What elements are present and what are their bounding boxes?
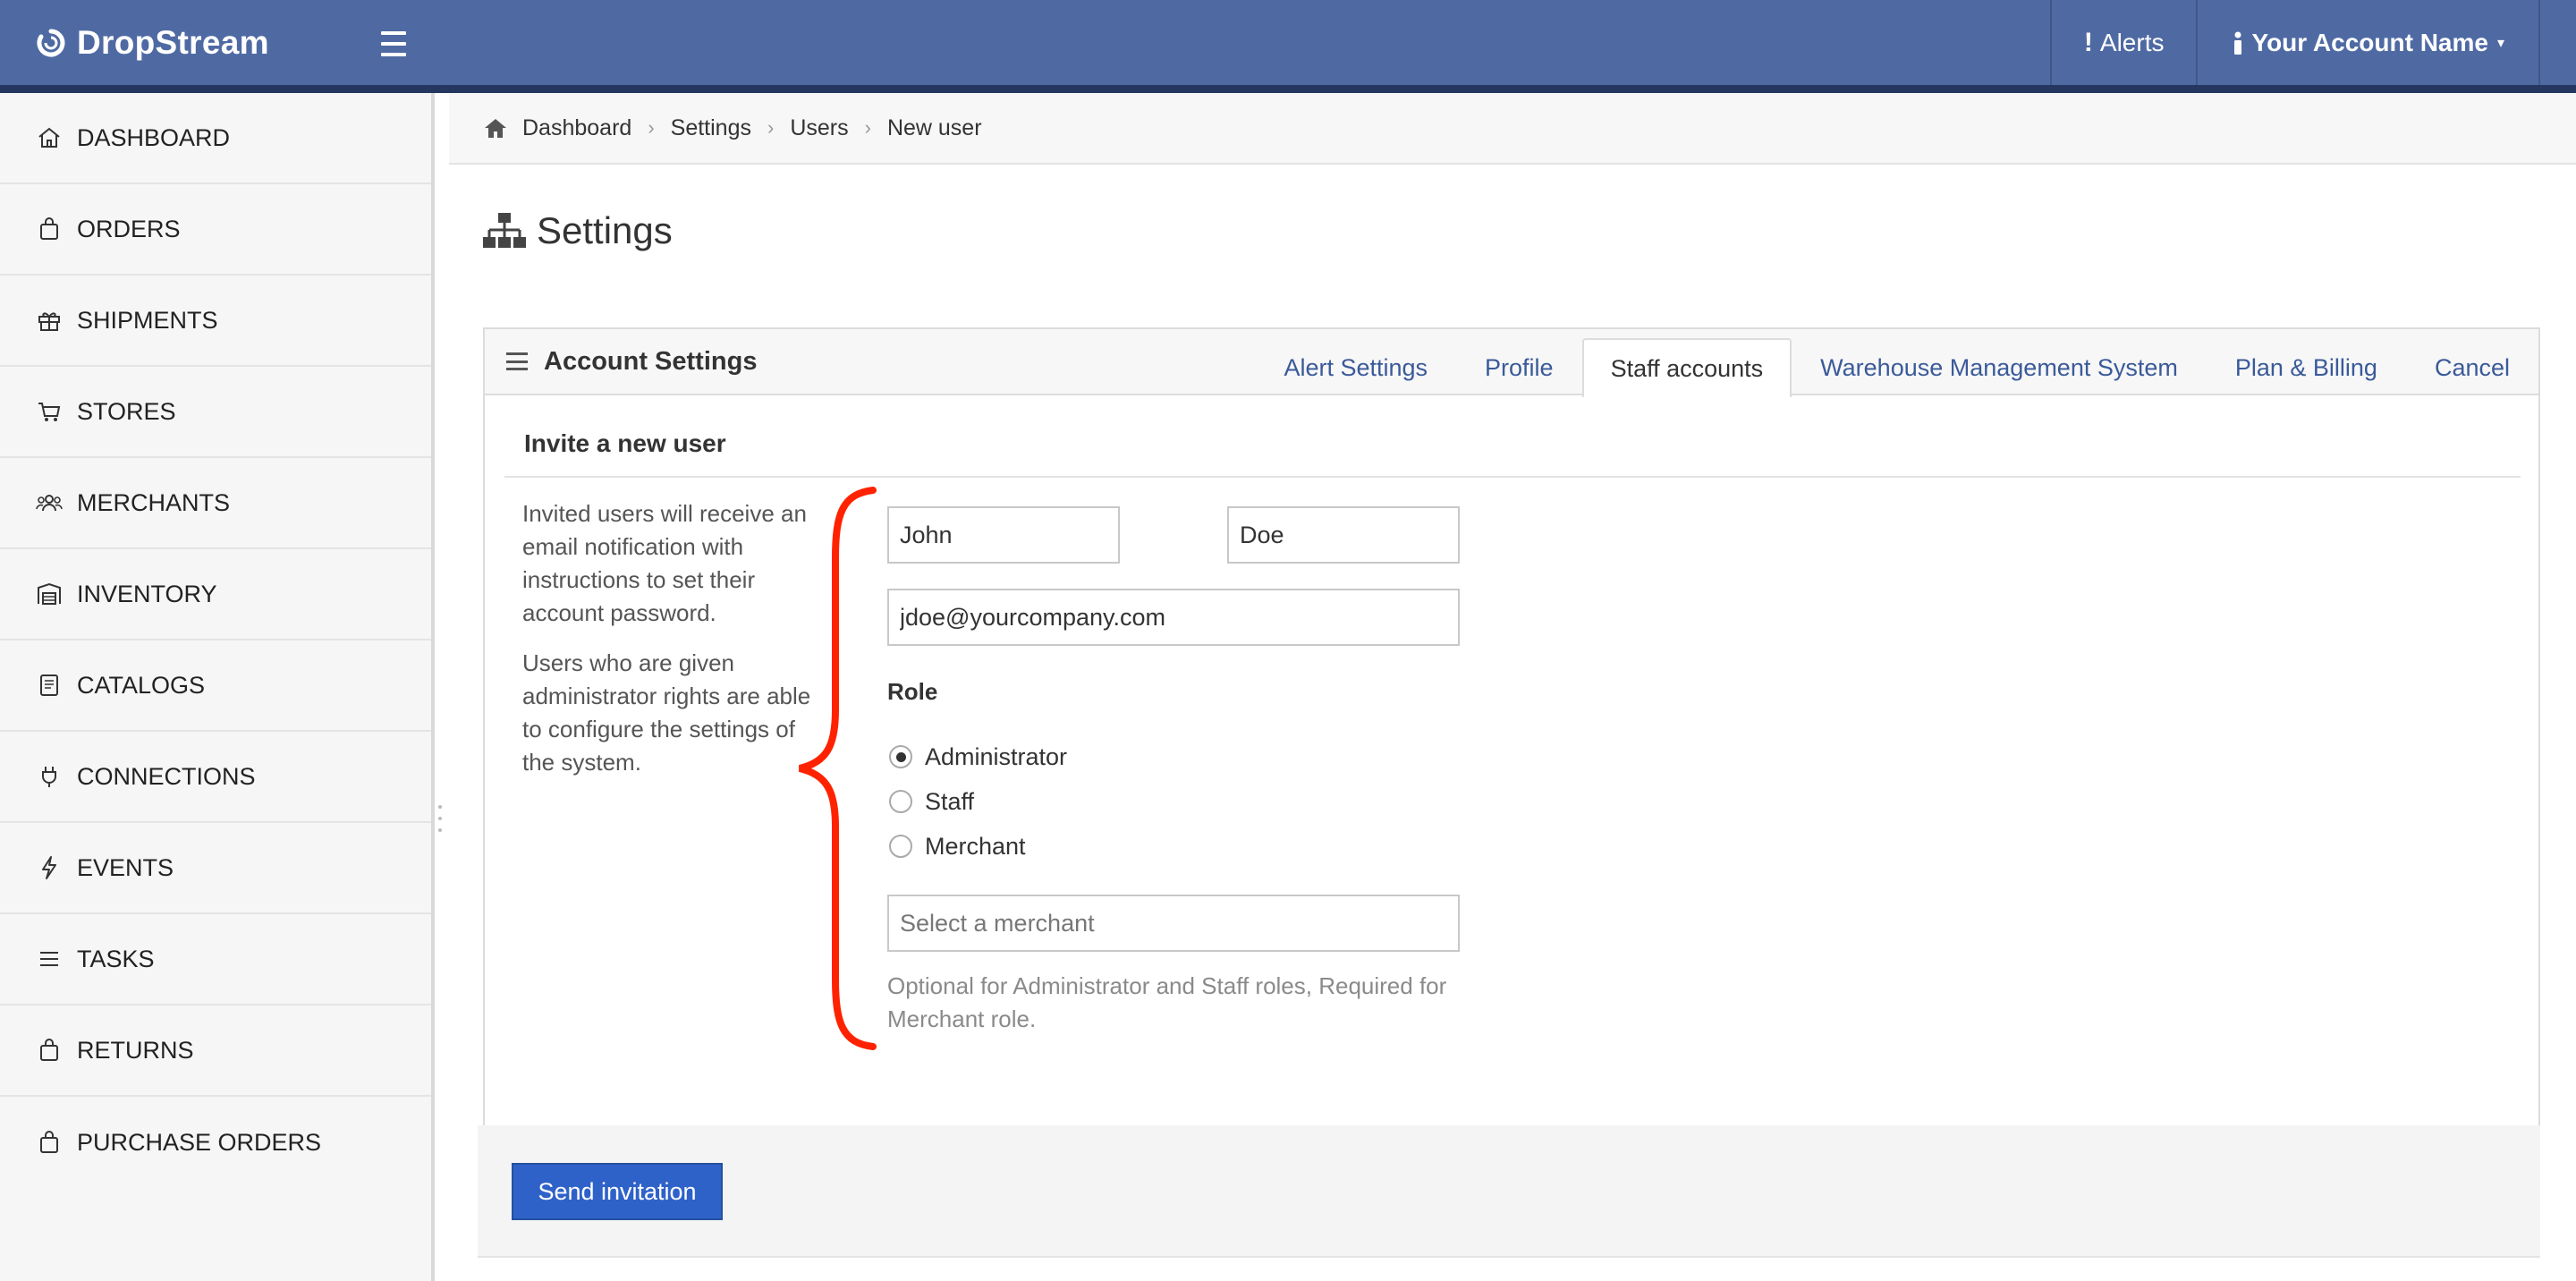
bag-icon [40, 1039, 58, 1061]
settings-tabs: Alert Settings Profile Staff accounts Wa… [1255, 338, 2538, 397]
tab-cancel[interactable]: Cancel [2406, 338, 2538, 395]
help-text: Invited users will receive an email noti… [522, 497, 818, 796]
sidebar-item-stores[interactable]: STORES [0, 367, 431, 458]
role-option-label: Merchant [925, 832, 1026, 860]
sidebar-item-label: MERCHANTS [77, 488, 231, 516]
help-paragraph: Users who are given administrator rights… [522, 649, 811, 776]
sidebar-item-inventory[interactable]: INVENTORY [0, 549, 431, 640]
tab-profile[interactable]: Profile [1456, 338, 1582, 395]
tab-plan-billing[interactable]: Plan & Billing [2207, 338, 2406, 395]
help-paragraph: Invited users will receive an email noti… [522, 500, 807, 626]
sidebar-item-label: RETURNS [77, 1036, 194, 1064]
role-option-label: Staff [925, 787, 975, 815]
alerts-label: Alerts [2099, 28, 2165, 56]
page-title-text: Settings [537, 209, 673, 251]
bag-icon [40, 1131, 58, 1153]
sidebar-item-orders[interactable]: ORDERS [0, 184, 431, 276]
sidebar-item-shipments[interactable]: SHIPMENTS [0, 276, 431, 367]
breadcrumb-current: New user [886, 115, 982, 140]
role-option-label: Administrator [925, 742, 1068, 770]
breadcrumb: Dashboard › Settings › Users › New user [449, 93, 2576, 165]
sidebar-item-catalogs[interactable]: CATALOGS [0, 640, 431, 732]
cart-icon [38, 403, 61, 421]
role-option-merchant[interactable]: Merchant [889, 830, 1026, 862]
send-invitation-button[interactable]: Send invitation [512, 1163, 723, 1220]
account-settings-panel: Account Settings Alert Settings Profile … [483, 327, 2540, 1128]
exclamation-icon: ! [2083, 27, 2093, 57]
sidebar-item-label: DASHBOARD [77, 123, 231, 151]
sidebar-item-label: TASKS [77, 945, 155, 972]
caret-down-icon: ▾ [2496, 35, 2504, 51]
sidebar-resize-handle[interactable] [438, 805, 444, 832]
role-option-staff[interactable]: Staff [889, 785, 974, 818]
tab-warehouse-management-system[interactable]: Warehouse Management System [1792, 338, 2207, 395]
plug-icon [42, 767, 56, 787]
annotation-brace [798, 487, 877, 1050]
sidebar: DASHBOARD ORDERS SHIPMENTS STORES MERCHA… [0, 93, 435, 1281]
role-option-administrator[interactable]: Administrator [889, 741, 1067, 773]
breadcrumb-dashboard[interactable]: Dashboard [522, 115, 631, 141]
home-icon [38, 127, 60, 148]
sidebar-item-returns[interactable]: RETURNS [0, 1005, 431, 1097]
breadcrumb-users[interactable]: Users [790, 115, 848, 141]
alerts-link[interactable]: ! Alerts [2049, 0, 2197, 85]
sidebar-item-label: STORES [77, 397, 176, 425]
info-person-icon [2234, 31, 2242, 55]
chevron-right-icon: › [648, 116, 655, 139]
hamburger-icon [381, 31, 406, 35]
radio-button[interactable] [889, 790, 912, 813]
panel-header: Account Settings Alert Settings Profile … [485, 329, 2538, 397]
sidebar-item-tasks[interactable]: TASKS [0, 914, 431, 1005]
radio-button[interactable] [889, 835, 912, 858]
page-title: Settings [483, 204, 673, 258]
chevron-right-icon: › [864, 116, 871, 139]
divider [504, 476, 2521, 478]
dropstream-logo-icon [37, 29, 65, 56]
tab-staff-accounts[interactable]: Staff accounts [1581, 338, 1792, 397]
panel-title: Account Settings [506, 329, 757, 394]
home-icon [485, 119, 506, 138]
sitemap-icon [483, 213, 526, 248]
merchant-select[interactable] [887, 895, 1460, 952]
sidebar-item-label: EVENTS [77, 853, 174, 881]
gift-icon [38, 312, 60, 331]
sidebar-item-label: CONNECTIONS [77, 762, 256, 790]
menu-icon [506, 352, 528, 370]
top-navbar: DropStream ! Alerts Your Account Name ▾ [0, 0, 2576, 93]
sidebar-item-purchase-orders[interactable]: PURCHASE ORDERS [0, 1097, 431, 1188]
warehouse-icon [38, 582, 61, 605]
merchant-hint: Optional for Administrator and Staff rol… [887, 972, 1447, 1032]
brand-name: DropStream [77, 23, 269, 61]
bag-icon [40, 217, 58, 240]
sidebar-item-connections[interactable]: CONNECTIONS [0, 732, 431, 823]
role-label: Role [887, 678, 938, 705]
bolt-icon [42, 856, 56, 879]
chevron-right-icon: › [767, 116, 775, 139]
radio-button-checked[interactable] [889, 745, 912, 768]
account-name: Your Account Name [2251, 28, 2488, 56]
panel-title-text: Account Settings [544, 346, 758, 376]
sidebar-item-dashboard[interactable]: DASHBOARD [0, 93, 431, 184]
sidebar-item-merchants[interactable]: MERCHANTS [0, 458, 431, 549]
sidebar-item-label: INVENTORY [77, 580, 217, 607]
first-name-field[interactable] [887, 506, 1120, 564]
account-menu[interactable]: Your Account Name ▾ [2196, 0, 2540, 85]
sidebar-item-label: CATALOGS [77, 671, 206, 699]
sidebar-toggle-button[interactable] [376, 27, 411, 61]
form-footer: Send invitation [478, 1125, 2540, 1258]
tab-alert-settings[interactable]: Alert Settings [1255, 338, 1456, 395]
sidebar-item-label: SHIPMENTS [77, 306, 218, 334]
book-icon [40, 674, 58, 696]
list-icon [40, 952, 58, 966]
brand-logo[interactable]: DropStream [36, 0, 269, 85]
sidebar-item-events[interactable]: EVENTS [0, 823, 431, 914]
email-field[interactable] [887, 589, 1460, 646]
sidebar-item-label: ORDERS [77, 215, 181, 242]
section-title: Invite a new user [524, 429, 726, 457]
users-icon [36, 495, 63, 512]
sidebar-item-label: PURCHASE ORDERS [77, 1128, 322, 1156]
last-name-field[interactable] [1227, 506, 1460, 564]
breadcrumb-settings[interactable]: Settings [671, 115, 751, 141]
